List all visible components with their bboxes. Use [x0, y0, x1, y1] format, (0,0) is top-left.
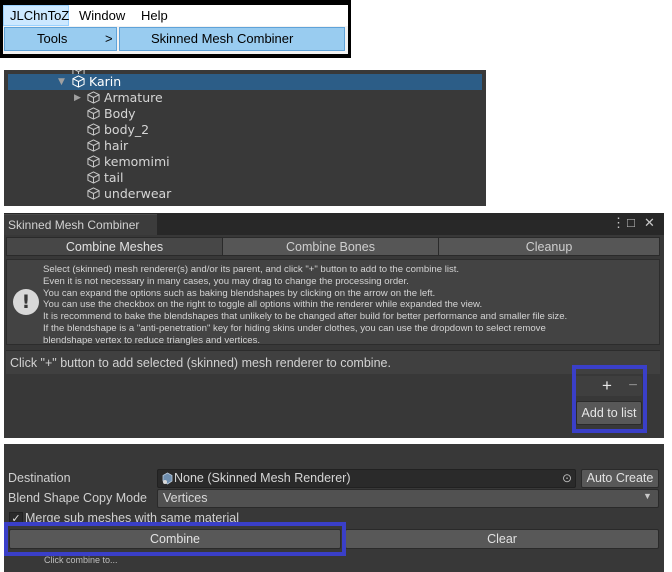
window-tab-title[interactable]: Skinned Mesh Combiner	[4, 214, 157, 235]
hierarchy-label: Armature	[104, 90, 163, 105]
combine-list-area	[6, 374, 660, 436]
gameobject-icon	[87, 171, 100, 184]
hierarchy-row-underwear[interactable]: underwear	[8, 186, 482, 202]
kebab-menu-icon[interactable]: ⋮	[612, 215, 625, 231]
gameobject-icon	[87, 187, 100, 200]
tab-cleanup[interactable]: Cleanup	[438, 237, 660, 256]
submenu: Tools > Skinned Mesh Combiner	[3, 26, 348, 54]
help-line: If the blendshape is a "anti-penetration…	[43, 322, 546, 334]
gameobject-icon	[87, 91, 100, 104]
menu-item-tools[interactable]: Tools >	[4, 27, 117, 51]
hierarchy-row-tail[interactable]: tail	[8, 170, 482, 186]
help-line: Select (skinned) mesh renderer(s) and/or…	[43, 264, 460, 275]
gameobject-icon	[87, 123, 100, 136]
hierarchy-label: underwear	[104, 186, 172, 201]
help-line: You can expand the options such as bakin…	[43, 287, 436, 299]
help-line: It is recommend to bake the blendshapes …	[43, 311, 568, 323]
highlight-box-add	[572, 365, 647, 433]
destination-field[interactable]: None (Skinned Mesh Renderer)	[157, 469, 576, 488]
help-line: You can use the checkbox on the right to…	[43, 299, 483, 311]
hierarchy-row-karin[interactable]: ▼ Karin	[8, 74, 482, 90]
menu-panel: JLChnToZ Window Help Tools > Skinned Mes…	[0, 0, 351, 58]
window-tabbar: Skinned Mesh Combiner ⋮ □ ✕	[4, 213, 664, 235]
gameobject-icon	[87, 107, 100, 120]
blend-shape-copy-mode-select[interactable]: Vertices	[157, 489, 659, 508]
combine-list-hint: Click "+" button to add selected (skinne…	[6, 350, 660, 374]
help-box: ! Select (skinned) mesh renderer(s) and/…	[6, 259, 660, 347]
close-icon[interactable]: ✕	[644, 215, 655, 231]
menubar: JLChnToZ Window Help	[3, 5, 348, 26]
hierarchy-label: hair	[104, 138, 129, 153]
hierarchy-label: Body	[104, 106, 136, 121]
auto-create-button[interactable]: Auto Create	[581, 469, 659, 488]
combine-settings-panel: Destination None (Skinned Mesh Renderer)…	[4, 444, 664, 572]
skinned-mesh-combiner-window: Skinned Mesh Combiner ⋮ □ ✕ Combine Mesh…	[4, 213, 664, 438]
dropdown-arrow-icon: ▼	[643, 491, 652, 501]
object-picker-icon[interactable]: ⊙	[560, 471, 574, 485]
destination-label: Destination	[8, 471, 71, 485]
hierarchy-label: body_2	[104, 122, 150, 137]
menu-help[interactable]: Help	[135, 5, 174, 26]
gameobject-icon	[72, 75, 85, 88]
highlight-box-combine	[4, 522, 346, 556]
blend-shape-copy-mode-label: Blend Shape Copy Mode	[8, 491, 147, 505]
menu-jlchntoz[interactable]: JLChnToZ	[3, 5, 69, 26]
maximize-icon[interactable]: □	[627, 215, 635, 230]
menu-item-skinned-mesh-combiner[interactable]: Skinned Mesh Combiner	[119, 27, 345, 51]
info-icon: !	[13, 289, 39, 315]
collapse-arrow-icon[interactable]: ▶	[74, 90, 81, 106]
tab-combine-bones[interactable]: Combine Bones	[222, 237, 439, 256]
submenu-arrow-icon: >	[105, 31, 113, 46]
hierarchy-row-body[interactable]: Body	[8, 106, 482, 122]
tool-tabs: Combine Meshes Combine Bones Cleanup	[6, 237, 661, 256]
hierarchy-label: tail	[104, 170, 124, 185]
hierarchy-row-hair[interactable]: hair	[8, 138, 482, 154]
combine-hint: Click combine to...	[44, 555, 118, 565]
help-text: Select (skinned) mesh renderer(s) and/or…	[43, 264, 567, 347]
hierarchy-panel: ▼ Karin ▶ Armature Body body_2 hair kemo…	[4, 70, 486, 206]
gameobject-icon	[87, 155, 100, 168]
tab-combine-meshes[interactable]: Combine Meshes	[6, 237, 223, 256]
hierarchy-row-kemomimi[interactable]: kemomimi	[8, 154, 482, 170]
help-line: blendshape vertex to reduce triangles an…	[43, 334, 261, 346]
help-line: Even it is not necessary in many cases, …	[43, 275, 409, 287]
mesh-renderer-icon	[162, 472, 173, 485]
hierarchy-label: Karin	[89, 74, 122, 89]
hierarchy-row-body-2[interactable]: body_2	[8, 122, 482, 138]
expand-arrow-icon[interactable]: ▼	[58, 74, 65, 90]
hierarchy-row-armature[interactable]: ▶ Armature	[8, 90, 482, 106]
clear-button[interactable]: Clear	[345, 529, 659, 549]
menu-item-tools-label: Tools	[37, 31, 68, 46]
hierarchy-label: kemomimi	[104, 154, 170, 169]
menu-window[interactable]: Window	[73, 5, 131, 26]
gameobject-icon	[87, 139, 100, 152]
